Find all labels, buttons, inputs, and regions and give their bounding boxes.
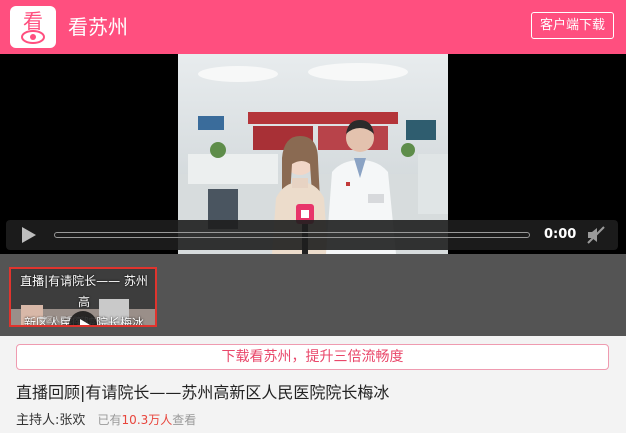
video-player[interactable]: 0:00 [0, 54, 626, 254]
play-icon [22, 227, 36, 243]
play-button[interactable] [20, 226, 38, 248]
video-title: 直播回顾|有请院长——苏州高新区人民医院院长梅冰 [16, 383, 390, 402]
progress-bar[interactable] [54, 232, 530, 238]
mute-button[interactable] [586, 225, 606, 249]
top-header: 看 看苏州 客户端下载 [0, 0, 626, 54]
video-meta: 主持人:张欢 已有10.3万人查看 [16, 411, 196, 430]
related-title-line-1: 直播|有请院长—— 苏州高 [20, 274, 148, 309]
mute-icon [587, 226, 605, 244]
views-prefix: 已有 [97, 413, 122, 427]
views-suffix: 查看 [172, 413, 197, 427]
related-video-thumbnail[interactable]: 直播|有请院长—— 苏州高 新区人民医院院长梅冰 新区人民医院院长 [9, 267, 157, 327]
page: 看 看苏州 客户端下载 0:00 直播|有请院长—— 苏州高 新区人民医院院长 … [0, 0, 626, 433]
app-download-banner[interactable]: 下载看苏州，提升三倍流畅度 [16, 344, 609, 370]
host-label: 主持人:张欢 [16, 413, 86, 428]
time-display: 0:00 [544, 227, 577, 242]
player-controls: 0:00 [6, 220, 618, 250]
play-circle-icon [69, 311, 97, 325]
views-number: 10.3万人 [121, 413, 173, 427]
related-videos-strip: 直播|有请院长—— 苏州高 新区人民医院院长梅冰 新区人民医院院长 [0, 254, 626, 336]
app-name: 看苏州 [68, 15, 128, 39]
thumbnail-play-button[interactable] [69, 311, 97, 325]
view-count: 已有10.3万人查看 [98, 413, 197, 427]
logo-char: 看 [23, 9, 43, 33]
app-logo[interactable]: 看 [10, 6, 56, 48]
logo-icon: 看 [21, 9, 45, 44]
client-download-button[interactable]: 客户端下载 [531, 12, 614, 39]
